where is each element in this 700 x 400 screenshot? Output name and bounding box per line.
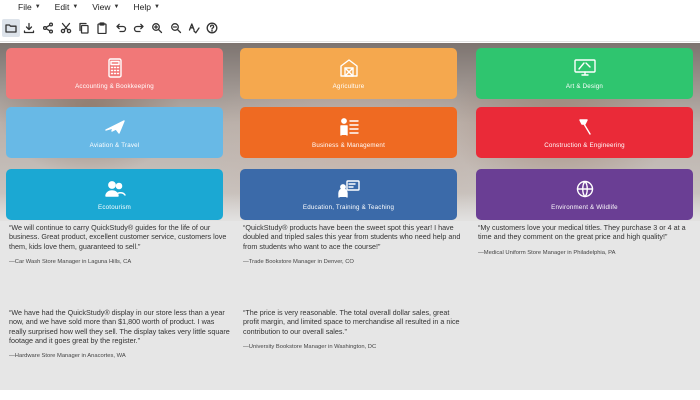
tile-agriculture[interactable]: Agriculture (240, 48, 457, 99)
cut-button[interactable] (57, 19, 75, 37)
testimonial-quote: “QuickStudy® products have been the swee… (243, 223, 461, 251)
tile-accounting-bookkeeping[interactable]: Accounting & Bookkeeping (6, 48, 223, 99)
undo-button[interactable] (112, 19, 130, 37)
testimonial-quote: “The price is very reasonable. The total… (243, 308, 460, 336)
toolbar (0, 14, 700, 42)
menu-view-label: View (92, 2, 111, 12)
caret-down-icon: ▼ (72, 4, 79, 10)
tile-business-management[interactable]: Business & Management (240, 107, 457, 158)
testimonial-quote: “We have had the QuickStudy® display in … (9, 308, 230, 345)
testimonial: “QuickStudy® products have been the swee… (243, 223, 465, 267)
tile-aviation-travel[interactable]: Aviation & Travel (6, 107, 223, 158)
zoom-in-icon (152, 22, 163, 33)
bottom-strip (0, 390, 700, 400)
testimonial: “We will continue to carry QuickStudy® g… (9, 223, 231, 267)
tile-label: Environment & Wildlife (551, 203, 618, 211)
airplane-icon (104, 119, 125, 134)
redo-icon (133, 23, 144, 32)
zoom-in-button[interactable] (148, 19, 166, 37)
help-button[interactable] (203, 19, 221, 37)
testimonial-attribution: —Medical Uniform Store Manager in Philad… (478, 249, 616, 256)
business-people-icon (339, 117, 359, 136)
folder-icon (5, 23, 17, 33)
tile-art-design[interactable]: Art & Design (476, 48, 693, 99)
testimonial: “We have had the QuickStudy® display in … (9, 308, 231, 361)
zoom-out-button[interactable] (167, 19, 185, 37)
redo-button[interactable] (130, 19, 148, 37)
tile-label: Education, Training & Teaching (302, 203, 395, 211)
testimonial-attribution: —Trade Bookstore Manager in Denver, CO (243, 258, 354, 265)
testimonial-quote: “My customers love your medical titles. … (478, 223, 686, 242)
monitor-icon (573, 58, 596, 76)
testimonial: “The price is very reasonable. The total… (243, 308, 465, 352)
tile-label: Construction & Engineering (544, 141, 625, 149)
undo-icon (116, 23, 126, 32)
tile-label: Accounting & Bookkeeping (75, 82, 154, 90)
copy-icon (79, 22, 89, 34)
help-icon (206, 22, 218, 33)
tile-environment-wildlife[interactable]: Environment & Wildlife (476, 169, 693, 220)
copy-button[interactable] (75, 19, 93, 37)
caret-down-icon: ▼ (153, 4, 160, 10)
globe-icon (576, 180, 593, 197)
menu-edit[interactable]: Edit ▼ (55, 2, 79, 12)
barn-icon (339, 58, 358, 77)
tile-construction-engineering[interactable]: Construction & Engineering (476, 107, 693, 158)
hammer-icon (578, 118, 591, 135)
paste-button[interactable] (93, 19, 111, 37)
calculator-icon (107, 57, 122, 78)
testimonial-quote: “We will continue to carry QuickStudy® g… (9, 223, 227, 251)
menu-view[interactable]: View ▼ (92, 2, 119, 12)
open-button[interactable] (2, 18, 20, 37)
tile-label: Ecotourism (98, 203, 131, 211)
tile-label: Aviation & Travel (89, 141, 140, 149)
menu-edit-label: Edit (54, 2, 70, 12)
zoom-out-icon (170, 22, 181, 33)
caret-down-icon: ▼ (113, 4, 120, 10)
tile-label: Agriculture (332, 82, 365, 90)
share-icon (42, 21, 53, 34)
people-icon (104, 180, 126, 197)
testimonial-attribution: —University Bookstore Manager in Washing… (243, 343, 377, 350)
caret-down-icon: ▼ (34, 4, 41, 10)
share-button[interactable] (39, 19, 57, 37)
spellcheck-icon (188, 22, 200, 33)
menu-help[interactable]: Help ▼ (134, 2, 160, 12)
paste-icon (97, 21, 108, 34)
menu-file[interactable]: File ▼ (18, 2, 41, 12)
cut-icon (60, 22, 72, 33)
testimonial-attribution: —Car Wash Store Manager in Laguna Hills,… (9, 258, 132, 265)
tile-label: Business & Management (312, 141, 385, 149)
download-button[interactable] (20, 19, 38, 37)
tile-education-training-teaching[interactable]: Education, Training & Teaching (240, 169, 457, 220)
menu-help-label: Help (133, 2, 151, 12)
content-area: Accounting & Bookkeeping Agriculture Art… (0, 43, 700, 390)
testimonial: “My customers love your medical titles. … (478, 223, 700, 258)
spellcheck-button[interactable] (185, 19, 203, 37)
tile-label: Art & Design (565, 82, 604, 90)
teacher-icon (337, 179, 360, 198)
tile-ecotourism[interactable]: Ecotourism (6, 169, 223, 220)
testimonial-attribution: —Hardware Store Manager in Anacortes, WA (9, 353, 126, 360)
menu-bar: File ▼ Edit ▼ View ▼ Help ▼ (0, 0, 700, 14)
download-icon (24, 22, 35, 33)
menu-file-label: File (18, 2, 32, 12)
